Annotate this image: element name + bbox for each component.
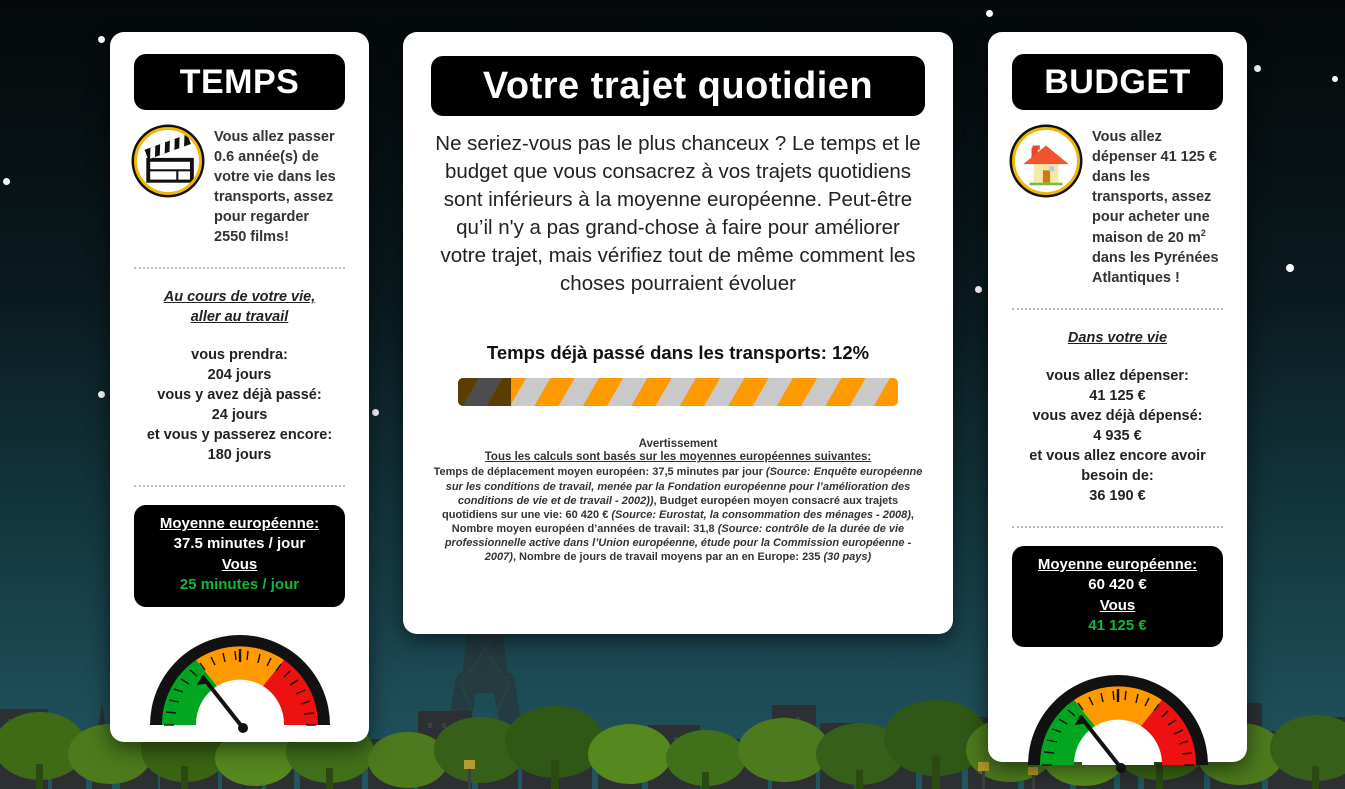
disclaimer-seg-8: (30 pays) [823,550,872,563]
progress-bar-fill [458,378,511,407]
budget-blurb-before: Vous allez dépenser 41 125 € dans les tr… [1092,129,1217,246]
budget-avg-value: 60 420 € [1088,576,1147,594]
background-dot [1286,264,1294,272]
progress-bar-title: Temps déjà passé dans les transports: 12… [486,342,870,364]
budget-stats-heading-1: Dans votre vie [1067,329,1168,346]
house-icon [1012,127,1080,195]
time-blurb-text: Vous allez passer 0.6 année(s) de votre … [214,129,336,245]
time-stat-label-3: et vous y passerez encore: [146,427,333,443]
clapperboard-icon [134,127,202,195]
budget-stat-label-2: vous avez déjà dépensé: [1032,407,1203,424]
time-stat-label-2: vous y avez déjà passé: [157,387,322,403]
background-dot [1254,65,1261,72]
time-card: TEMPS Vous allez passer 0.6 année(s) de … [110,32,369,742]
budget-avg-label: Moyenne européenne: [1037,555,1198,573]
background-dot [98,36,105,43]
budget-card: BUDGET Vous allez dépenser 41 125 € dans… [988,32,1247,774]
budget-stat-label-1: vous allez dépenser: [1046,367,1189,384]
time-avg-label: Moyenne européenne: [159,515,320,532]
background-dot [1332,76,1338,82]
time-gauge [134,621,345,733]
time-stat-label-1: vous prendra: [191,347,288,363]
main-paragraph: Ne seriez-vous pas le plus chanceux ? Le… [435,132,921,296]
time-stat-value-1: 204 jours [207,367,272,383]
main-card: Votre trajet quotidien Ne seriez-vous pa… [403,32,953,634]
time-blurb-row: Vous allez passer 0.6 année(s) de votre … [134,127,345,247]
background-dot [3,178,10,185]
budget-blurb-text: Vous allez dépenser 41 125 € dans les tr… [1092,127,1223,288]
budget-stat-value-1: 41 125 € [1089,387,1146,404]
budget-you-label: Vous [1099,596,1136,614]
background-dot [372,409,379,416]
time-stats-heading-1: Au cours de votre vie, [163,289,316,305]
time-stat-value-3: 180 jours [207,447,272,463]
disclaimer-seg-1: Temps de déplacement moyen européen: 37,… [433,466,766,479]
time-stats: Au cours de votre vie, aller au travail … [134,287,345,465]
budget-stat-value-3: 36 190 € [1089,487,1146,504]
disclaimer-body: Temps de déplacement moyen européen: 37,… [431,465,925,564]
divider [134,485,345,487]
budget-blurb-sup: 2 [1200,228,1206,238]
background-dot [986,10,993,17]
time-stats-heading-2: aller au travail [190,309,289,325]
main-card-banner: Votre trajet quotidien [431,56,925,116]
disclaimer-seg-7: , Nombre de jours de travail moyens par … [512,550,824,563]
time-card-banner: TEMPS [134,54,345,110]
budget-gauge [1012,661,1223,774]
background-dot [98,391,105,398]
budget-average-box: Moyenne européenne: 60 420 € Vous 41 125… [1012,545,1223,648]
disclaimer-seg-4: (Source: Eurostat, la consommation des m… [611,508,911,521]
budget-blurb-after: dans les Pyrénées Atlantiques ! [1092,249,1219,286]
time-stat-value-2: 24 jours [211,407,268,423]
time-you-value: 25 minutes / jour [179,576,300,594]
progress-bar [458,378,898,407]
budget-stats: Dans votre vie vous allez dépenser: 41 1… [1012,328,1223,506]
time-avg-value: 37.5 minutes / jour [173,535,306,553]
disclaimer: Avertissement Tous les calculs sont basé… [431,438,925,564]
budget-you-value: 41 125 € [1088,617,1147,634]
divider [1012,307,1223,310]
budget-card-banner: BUDGET [1012,54,1223,110]
disclaimer-title: Avertissement [638,438,718,451]
disclaimer-subtitle: Tous les calculs sont basés sur les moye… [484,451,872,464]
divider [134,267,345,269]
divider [1012,525,1223,528]
background-dot [975,286,982,293]
time-you-label: Vous [221,555,258,573]
budget-blurb-row: Vous allez dépenser 41 125 € dans les tr… [1012,127,1223,288]
budget-stat-label-3: et vous allez encore avoir besoin de: [1029,447,1206,484]
time-average-box: Moyenne européenne: 37.5 minutes / jour … [134,505,345,607]
budget-stat-value-2: 4 935 € [1093,427,1142,444]
